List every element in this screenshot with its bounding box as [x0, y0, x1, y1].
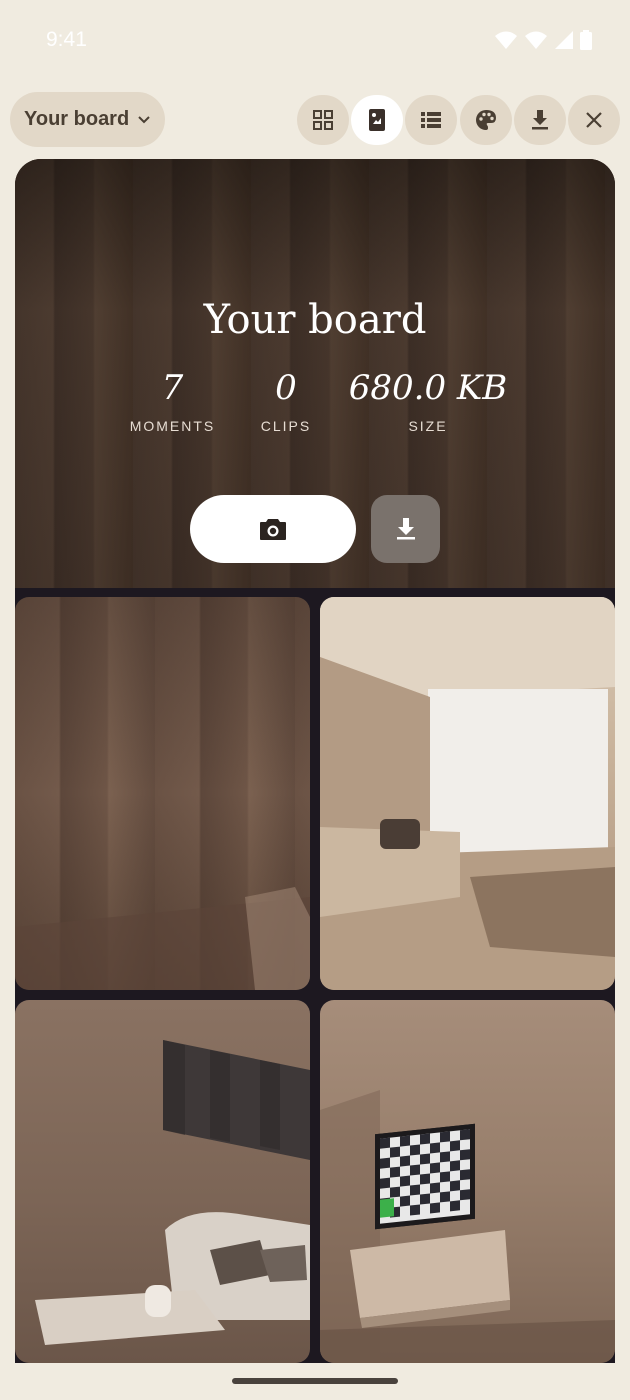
moment-tile-3[interactable]	[15, 1000, 310, 1363]
board-selector-label: Your board	[24, 108, 130, 130]
home-indicator[interactable]	[232, 1378, 398, 1384]
wifi-icon	[495, 31, 517, 49]
moment-tile-1[interactable]	[15, 597, 310, 990]
camera-button[interactable]	[190, 495, 356, 563]
battery-icon	[580, 30, 592, 50]
moment-tile-4[interactable]	[320, 1000, 615, 1363]
stat-size-label: SIZE	[408, 418, 448, 434]
moment-tile-2[interactable]	[320, 597, 615, 990]
list-view-button[interactable]	[405, 95, 457, 145]
palette-button[interactable]	[460, 95, 512, 145]
status-icons	[494, 28, 592, 52]
board-view-button[interactable]	[351, 95, 403, 145]
stat-clips-label: CLIPS	[260, 418, 312, 434]
grid-view-icon	[313, 110, 333, 130]
stat-clips-value: 0	[275, 368, 297, 408]
board-selector[interactable]: Your board	[10, 92, 165, 147]
status-time: 9:41	[46, 28, 87, 51]
download-button[interactable]	[514, 95, 566, 145]
stat-size-value: 680.0 KB	[348, 368, 508, 408]
camera-icon	[260, 519, 286, 540]
wood-wall-photo	[15, 887, 310, 990]
stat-size: 680.0 KB SIZE	[348, 366, 508, 434]
board-title: Your board	[203, 297, 427, 343]
stat-clips: 0 CLIPS	[245, 366, 327, 434]
tv-room-photo	[320, 1090, 615, 1363]
board-card: Your board 7 MOMENTS 0 CLIPS 680.0 KB SI…	[15, 159, 615, 1363]
download-icon	[396, 518, 415, 540]
stat-moments-value: 7	[161, 368, 184, 408]
signal-icon	[555, 31, 573, 49]
stat-moments: 7 MOMENTS	[125, 366, 220, 434]
close-button[interactable]	[568, 95, 620, 145]
signal-icon	[525, 31, 547, 49]
download-icon	[532, 110, 548, 130]
board-view-icon	[369, 109, 385, 131]
palette-icon	[476, 110, 496, 130]
close-icon	[586, 112, 602, 128]
living-room-photo	[320, 597, 615, 990]
status-bar: 9:41	[0, 0, 630, 80]
chevron-down-icon	[138, 115, 150, 123]
stat-moments-label: MOMENTS	[129, 418, 216, 434]
grid-view-button[interactable]	[297, 95, 349, 145]
list-view-icon	[421, 112, 441, 128]
board-download-button[interactable]	[371, 495, 440, 563]
sofa-corner-photo	[35, 1040, 310, 1345]
board-hero: Your board 7 MOMENTS 0 CLIPS 680.0 KB SI…	[15, 159, 615, 588]
